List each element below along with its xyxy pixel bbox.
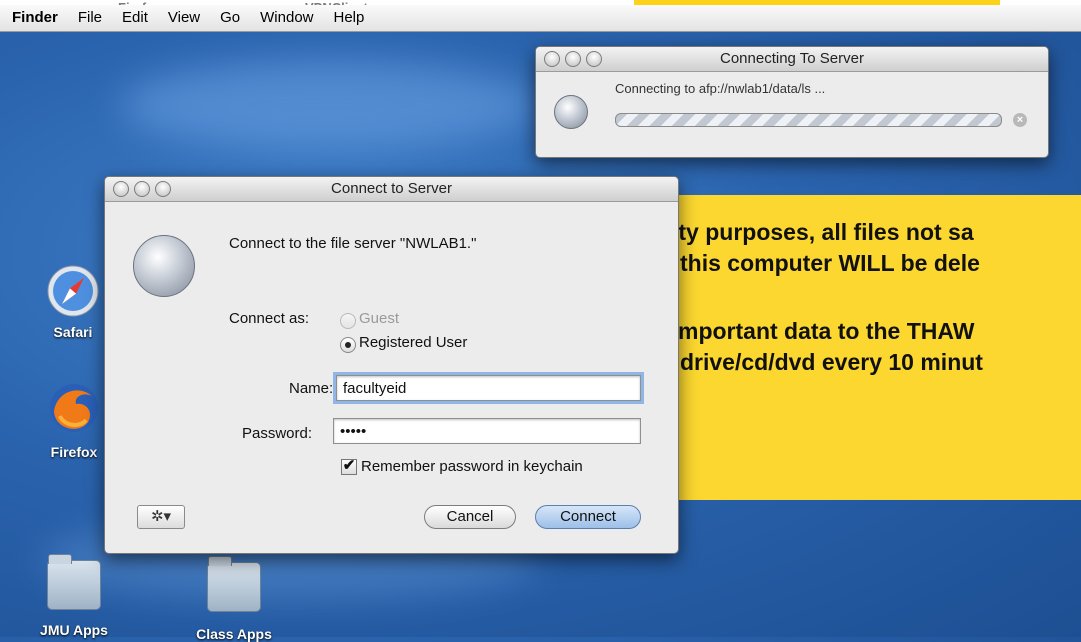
desktop-icon-label: Safari <box>53 324 93 340</box>
remember-password-checkbox[interactable]: ✔ <box>341 458 357 475</box>
guest-option-label: Guest <box>359 310 400 327</box>
connection-progress-bar <box>615 113 1002 127</box>
cancel-button[interactable]: Cancel <box>424 505 516 529</box>
desktop-icon-label: JMU Apps <box>40 622 108 638</box>
desktop-icon-label: Class Apps <box>196 626 272 642</box>
registered-user-radio[interactable] <box>340 337 356 353</box>
safari-compass-icon <box>47 265 99 317</box>
folder-icon <box>207 556 261 612</box>
notice-line: mportant data to the THAW <box>678 318 975 344</box>
menu-edit[interactable]: Edit <box>112 5 158 31</box>
password-field[interactable]: ••••• <box>333 418 641 444</box>
notice-line: this computer WILL be dele <box>680 250 980 276</box>
close-icon[interactable] <box>544 51 560 67</box>
connecting-titlebar[interactable]: Connecting To Server <box>536 47 1048 72</box>
menu-window[interactable]: Window <box>250 5 323 31</box>
connecting-window: Connecting To Server Connecting to afp:/… <box>535 46 1049 158</box>
desktop-icon-label: Firefox <box>50 444 98 460</box>
firefox-icon <box>50 384 98 432</box>
dialog-title: Connect to Server <box>331 180 452 197</box>
connect-button[interactable]: Connect <box>535 505 641 529</box>
folder-icon <box>47 554 101 610</box>
window-controls <box>113 181 171 197</box>
network-globe-icon <box>554 95 588 129</box>
notice-line: ity purposes, all files not sa <box>672 219 974 245</box>
password-label: Password: <box>242 425 313 442</box>
menu-finder[interactable]: Finder <box>0 5 68 31</box>
name-label: Name: <box>289 380 334 397</box>
desktop-icon-safari[interactable]: Safari <box>38 264 108 340</box>
dialog-titlebar[interactable]: Connect to Server <box>105 177 678 202</box>
desktop-icon-class-apps[interactable]: Class Apps <box>192 556 276 642</box>
file-server-globe-icon <box>133 235 195 297</box>
minimize-icon[interactable] <box>565 51 581 67</box>
registered-user-label: Registered User <box>359 334 468 351</box>
menu-view[interactable]: View <box>158 5 210 31</box>
wallpaper-streak <box>120 60 540 150</box>
close-icon[interactable] <box>113 181 129 197</box>
menu-bar: Finder File Edit View Go Window Help <box>0 5 1081 32</box>
zoom-icon[interactable] <box>155 181 171 197</box>
menu-file[interactable]: File <box>68 5 112 31</box>
window-title: Connecting To Server <box>720 50 864 67</box>
connect-dialog: Connect to Server Connect to the file se… <box>104 176 679 554</box>
desktop-icon-firefox[interactable]: Firefox <box>34 378 114 460</box>
notice-line: drive/cd/dvd every 10 minut <box>680 349 983 375</box>
menu-help[interactable]: Help <box>324 5 375 31</box>
desktop-icon-jmu-apps[interactable]: JMU Apps <box>34 554 114 638</box>
action-gear-button[interactable]: ✲▾ <box>137 505 185 529</box>
name-field[interactable]: facultyeid <box>333 372 644 404</box>
stop-connection-icon[interactable]: × <box>1013 113 1027 127</box>
zoom-icon[interactable] <box>586 51 602 67</box>
connection-status: Connecting to afp://nwlab1/data/ls ... <box>615 81 826 96</box>
connect-as-label: Connect as: <box>229 310 310 327</box>
remember-password-label: Remember password in keychain <box>361 458 583 475</box>
desktop-notice: ity purposes, all files not sa this comp… <box>630 195 1081 500</box>
dialog-message: Connect to the file server "NWLAB1." <box>229 235 477 252</box>
guest-radio[interactable] <box>340 313 356 329</box>
minimize-icon[interactable] <box>134 181 150 197</box>
window-controls <box>544 51 602 67</box>
menu-go[interactable]: Go <box>210 5 250 31</box>
